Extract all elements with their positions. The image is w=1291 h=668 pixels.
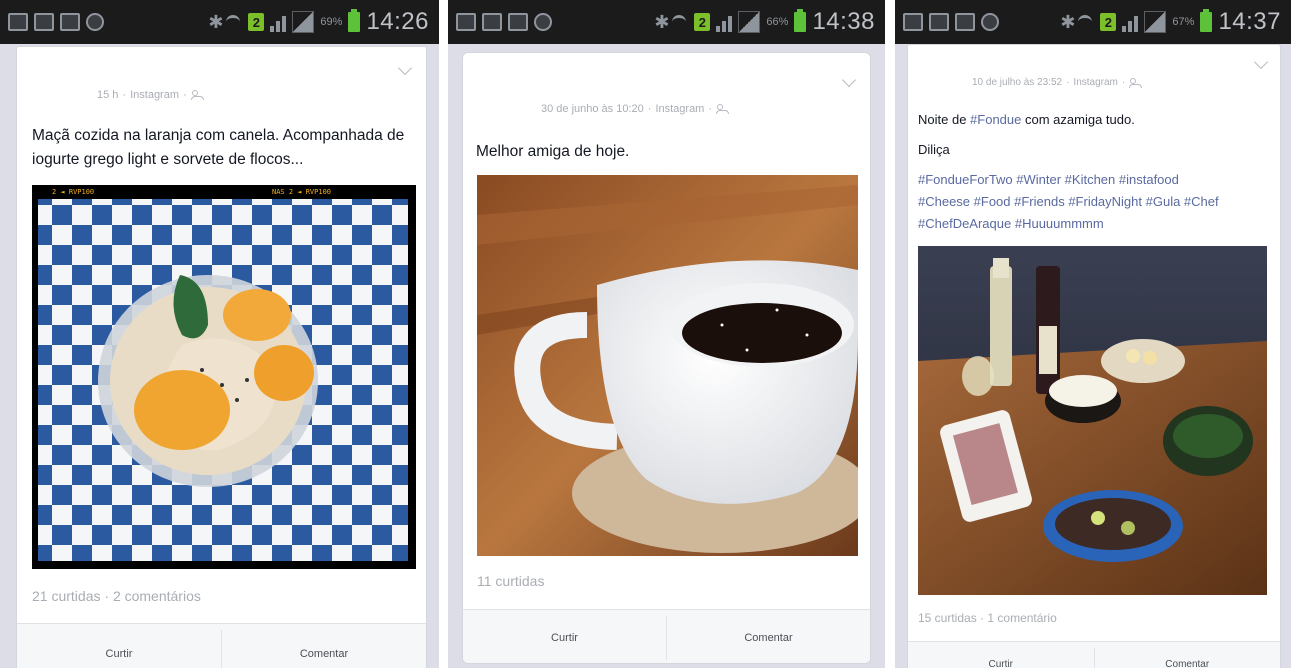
voicemail-notification-icon bbox=[60, 13, 80, 31]
status-bar: ✱ 2 67% 14:37 bbox=[895, 0, 1291, 44]
comment-button[interactable]: Comentar bbox=[667, 610, 870, 663]
signal-icon bbox=[716, 12, 733, 32]
sync-icon bbox=[981, 13, 999, 31]
post-photo[interactable]: 2 ◄ RVP100 NAS 2 ◄ RVP100 bbox=[32, 185, 416, 569]
screenshot-panel-2: ✱ 2 66% 14:38 30 de junho às 10:20 · Ins… bbox=[448, 0, 885, 668]
chevron-down-icon[interactable] bbox=[397, 60, 413, 76]
hashtag-list: #FondueForTwo #Winter #Kitchen #instafoo… bbox=[918, 169, 1278, 235]
post-card: 15 h · Instagram · Maçã cozida na laranj… bbox=[16, 46, 427, 668]
screenshot-panel-3: ✱ 2 67% 14:37 10 de julho às 23:52 · Ins… bbox=[895, 0, 1291, 668]
bluetooth-icon: ✱ bbox=[1060, 12, 1076, 32]
email-notification-icon bbox=[482, 13, 502, 31]
signal-icon bbox=[1122, 12, 1139, 32]
post-photo[interactable] bbox=[477, 175, 858, 556]
clock: 14:37 bbox=[1218, 8, 1281, 35]
comments-count[interactable]: 2 comentários bbox=[113, 588, 201, 604]
email-notification-icon bbox=[34, 13, 54, 31]
post-meta: 15 h · Instagram · bbox=[97, 89, 204, 101]
clock: 14:38 bbox=[812, 8, 875, 35]
post-caption: Noite de #Fondue com azamiga tudo. bbox=[918, 112, 1135, 127]
battery-icon bbox=[794, 9, 807, 32]
like-button[interactable]: Curtir bbox=[908, 642, 1094, 668]
dessert-photo: 2 ◄ RVP100 NAS 2 ◄ RVP100 bbox=[32, 185, 416, 561]
signal-icon bbox=[270, 12, 287, 32]
likes-count[interactable]: 21 curtidas bbox=[32, 588, 100, 604]
chevron-down-icon[interactable] bbox=[841, 72, 857, 88]
post-actions: Curtir Comentar bbox=[17, 623, 426, 668]
battery-percent: 69% bbox=[320, 16, 343, 28]
post-meta: 10 de julho às 23:52 · Instagram · bbox=[972, 77, 1143, 88]
post-photo[interactable] bbox=[918, 246, 1267, 595]
battery-icon bbox=[348, 9, 361, 32]
battery-percent: 66% bbox=[766, 16, 789, 28]
gallery-notification-icon bbox=[456, 13, 476, 31]
post-stats: 21 curtidas · 2 comentários bbox=[32, 588, 201, 604]
fondue-photo bbox=[918, 246, 1267, 595]
post-caption: Melhor amiga de hoje. bbox=[476, 143, 630, 160]
status-bar: ✱ 2 66% 14:38 bbox=[448, 0, 885, 44]
network-2g-icon: 2 bbox=[248, 13, 265, 31]
network-2g-icon: 2 bbox=[1100, 13, 1117, 31]
film-text: 2 ◄ RVP100 bbox=[52, 188, 94, 196]
signal-icon bbox=[292, 11, 315, 33]
post-stats: 11 curtidas bbox=[477, 573, 544, 589]
post-time[interactable]: 10 de julho às 23:52 bbox=[972, 77, 1062, 88]
wifi-icon bbox=[224, 13, 242, 31]
status-bar: ✱ 2 69% 14:26 bbox=[0, 0, 439, 44]
post-stats: 15 curtidas · 1 comentário bbox=[918, 611, 1057, 625]
post-card: 30 de junho às 10:20 · Instagram · Melho… bbox=[462, 52, 871, 664]
bluetooth-icon: ✱ bbox=[654, 12, 670, 32]
wifi-icon bbox=[670, 13, 688, 31]
battery-percent: 67% bbox=[1172, 16, 1195, 28]
wifi-icon bbox=[1076, 13, 1094, 31]
film-text: NAS 2 ◄ RVP100 bbox=[272, 188, 331, 196]
post-time[interactable]: 30 de junho às 10:20 bbox=[541, 103, 644, 115]
comments-count[interactable]: 1 comentário bbox=[987, 611, 1056, 625]
audience-icon bbox=[190, 90, 204, 100]
email-notification-icon bbox=[929, 13, 949, 31]
likes-count[interactable]: 11 curtidas bbox=[477, 573, 544, 589]
hashtag-line[interactable]: #Cheese #Food #Friends #FridayNight #Gul… bbox=[918, 191, 1278, 213]
clock: 14:26 bbox=[366, 8, 429, 35]
voicemail-notification-icon bbox=[955, 13, 975, 31]
post-card: 10 de julho às 23:52 · Instagram · Noite… bbox=[907, 44, 1281, 668]
signal-icon bbox=[738, 11, 761, 33]
gallery-notification-icon bbox=[8, 13, 28, 31]
screenshot-panel-1: ✱ 2 69% 14:26 15 h · Instagram · Maçã co… bbox=[0, 0, 439, 668]
like-button[interactable]: Curtir bbox=[17, 624, 221, 668]
post-time[interactable]: 15 h bbox=[97, 89, 118, 101]
signal-icon bbox=[1144, 11, 1167, 33]
post-actions: Curtir Comentar bbox=[463, 609, 870, 663]
comment-button[interactable]: Comentar bbox=[1095, 642, 1281, 668]
audience-icon bbox=[1129, 77, 1143, 88]
sync-icon bbox=[534, 13, 552, 31]
post-source[interactable]: Instagram bbox=[655, 103, 704, 115]
chevron-down-icon[interactable] bbox=[1253, 54, 1269, 70]
hashtag-line[interactable]: #ChefDeAraque #Huuuummmm bbox=[918, 213, 1278, 235]
post-actions: Curtir Comentar bbox=[908, 641, 1280, 668]
likes-count[interactable]: 15 curtidas bbox=[918, 611, 977, 625]
coffee-cup-photo bbox=[477, 175, 858, 556]
post-meta: 30 de junho às 10:20 · Instagram · bbox=[541, 103, 730, 115]
network-2g-icon: 2 bbox=[694, 13, 711, 31]
hashtag-line[interactable]: #FondueForTwo #Winter #Kitchen #instafoo… bbox=[918, 169, 1278, 191]
audience-icon bbox=[716, 104, 730, 114]
post-caption: Maçã cozida na laranja com canela. Acomp… bbox=[32, 127, 405, 168]
hashtag-link[interactable]: #Fondue bbox=[970, 112, 1021, 127]
voicemail-notification-icon bbox=[508, 13, 528, 31]
sync-icon bbox=[86, 13, 104, 31]
battery-icon bbox=[1200, 9, 1213, 32]
post-source[interactable]: Instagram bbox=[1073, 77, 1117, 88]
comment-button[interactable]: Comentar bbox=[222, 624, 426, 668]
post-source[interactable]: Instagram bbox=[130, 89, 179, 101]
bluetooth-icon: ✱ bbox=[208, 12, 224, 32]
gallery-notification-icon bbox=[903, 13, 923, 31]
like-button[interactable]: Curtir bbox=[463, 610, 666, 663]
post-caption-line: Diliça bbox=[918, 142, 950, 157]
